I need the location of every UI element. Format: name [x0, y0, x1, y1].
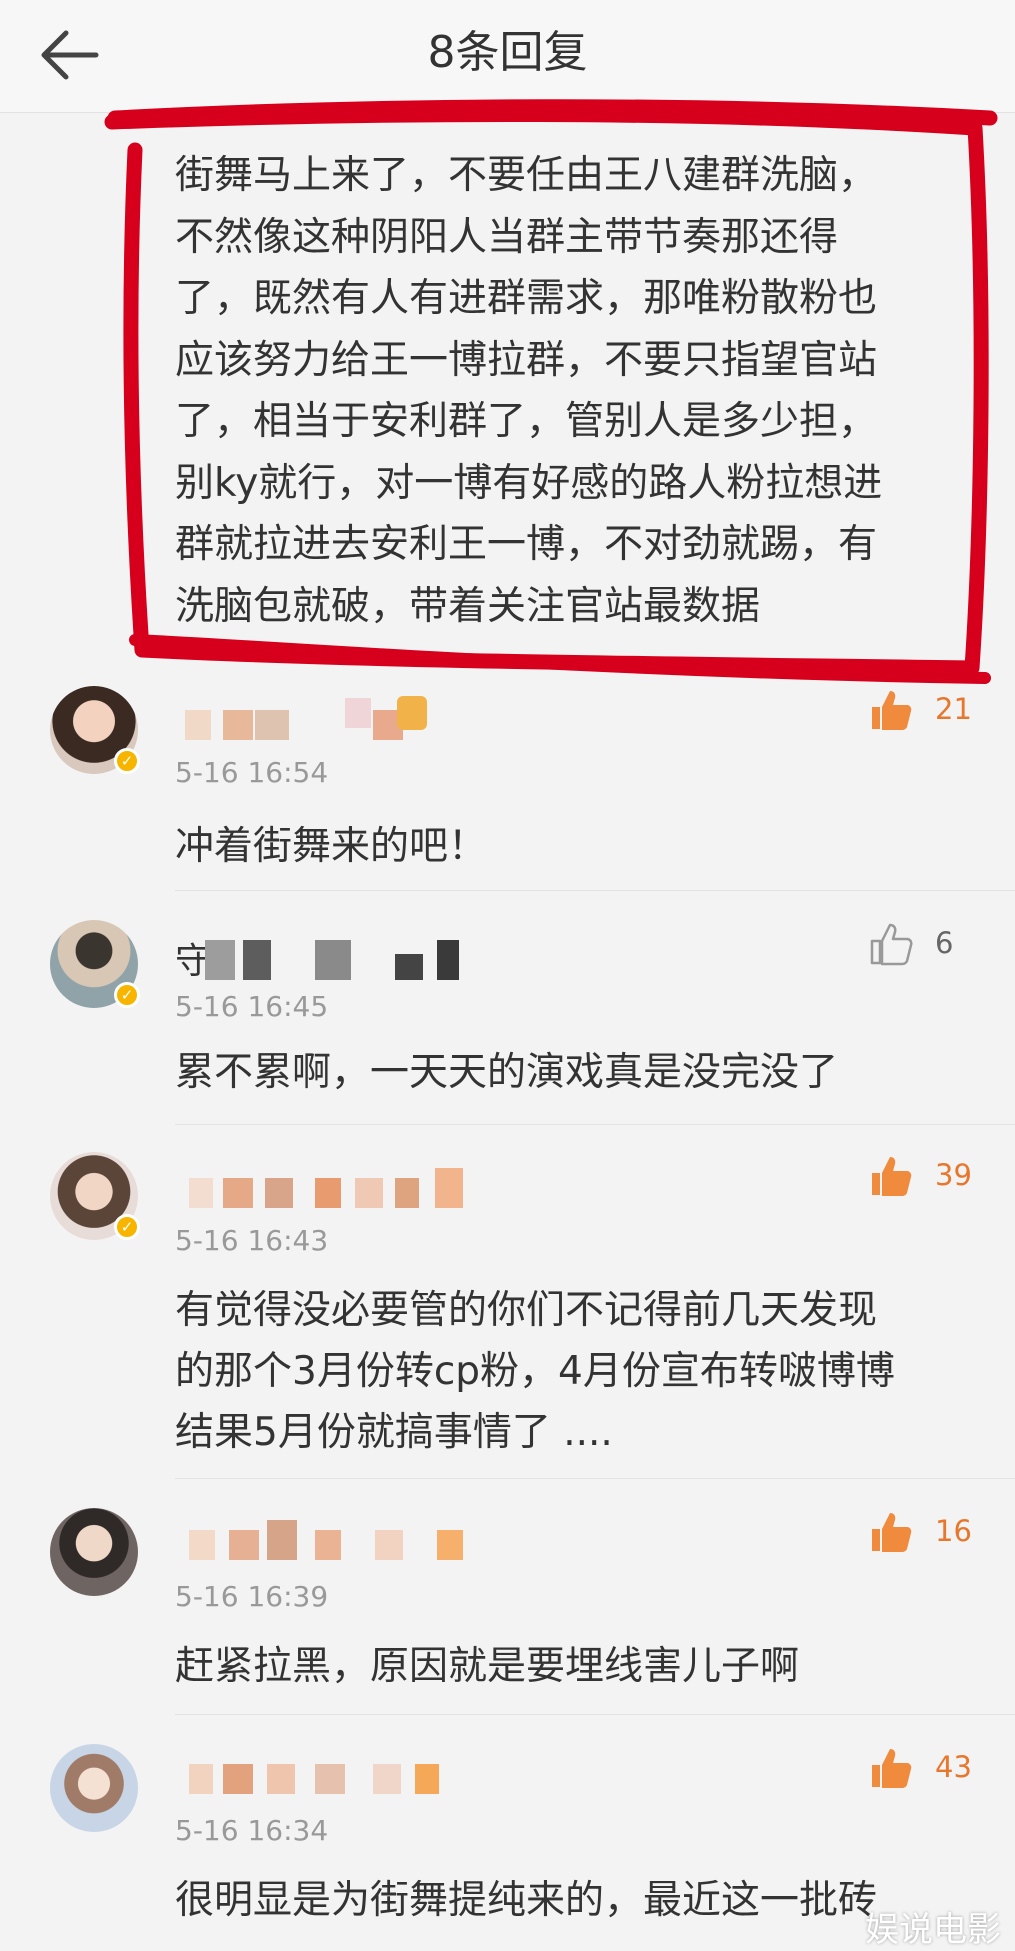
verified-badge-icon: ✓	[114, 1214, 140, 1240]
comment-text: 很明显是为街舞提纯来的，最近这一批砖	[175, 1878, 878, 1923]
top-bar: 8条回复	[0, 0, 1015, 113]
like-count: 21	[935, 692, 972, 726]
comment-text: 有觉得没必要管的你们不记得前几天发现 的那个3月份转cp粉，4月份宣布转啵博博 …	[175, 1288, 895, 1455]
comment-time: 5-16 16:39	[175, 1580, 329, 1613]
thumbs-up-icon[interactable]	[868, 687, 914, 733]
username-blurred[interactable]	[175, 1754, 475, 1802]
original-comment-text: 街舞马上来了，不要任由王八建群洗脑， 不然像这种阴阳人当群主带节奏那还得 了，既…	[175, 153, 883, 629]
username-blurred[interactable]: 守	[175, 932, 495, 982]
page-title: 8条回复	[427, 27, 588, 78]
like-count: 39	[935, 1158, 972, 1192]
avatar[interactable]	[50, 1508, 138, 1596]
divider	[175, 1124, 1015, 1125]
divider	[175, 890, 1015, 891]
thumbs-up-icon[interactable]	[868, 1745, 914, 1791]
like-count: 43	[935, 1750, 972, 1784]
thumbs-up-icon[interactable]	[868, 921, 914, 967]
like-count: 6	[935, 926, 954, 960]
comment-time: 5-16 16:43	[175, 1224, 329, 1257]
divider	[175, 1714, 1015, 1715]
comment-time: 5-16 16:45	[175, 990, 329, 1023]
verified-badge-icon: ✓	[114, 748, 140, 774]
username-blurred[interactable]	[175, 1168, 475, 1216]
comment-time: 5-16 16:54	[175, 756, 329, 789]
comment-time: 5-16 16:34	[175, 1814, 329, 1847]
watermark: 娱说电影	[865, 1910, 1001, 1950]
thumbs-up-icon[interactable]	[868, 1509, 914, 1555]
verified-badge-icon: ✓	[114, 982, 140, 1008]
username-blurred[interactable]	[175, 688, 455, 740]
thumbs-up-icon[interactable]	[868, 1153, 914, 1199]
username-blurred[interactable]	[175, 1520, 495, 1568]
comment-text: 赶紧拉黑，原因就是要埋线害儿子啊	[175, 1644, 800, 1689]
comment-text: 累不累啊，一天天的演戏真是没完没了	[175, 1050, 839, 1095]
avatar[interactable]	[50, 1744, 138, 1832]
comment-text: 冲着街舞来的吧！	[175, 824, 488, 869]
divider	[175, 1478, 1015, 1479]
like-count: 16	[935, 1514, 972, 1548]
